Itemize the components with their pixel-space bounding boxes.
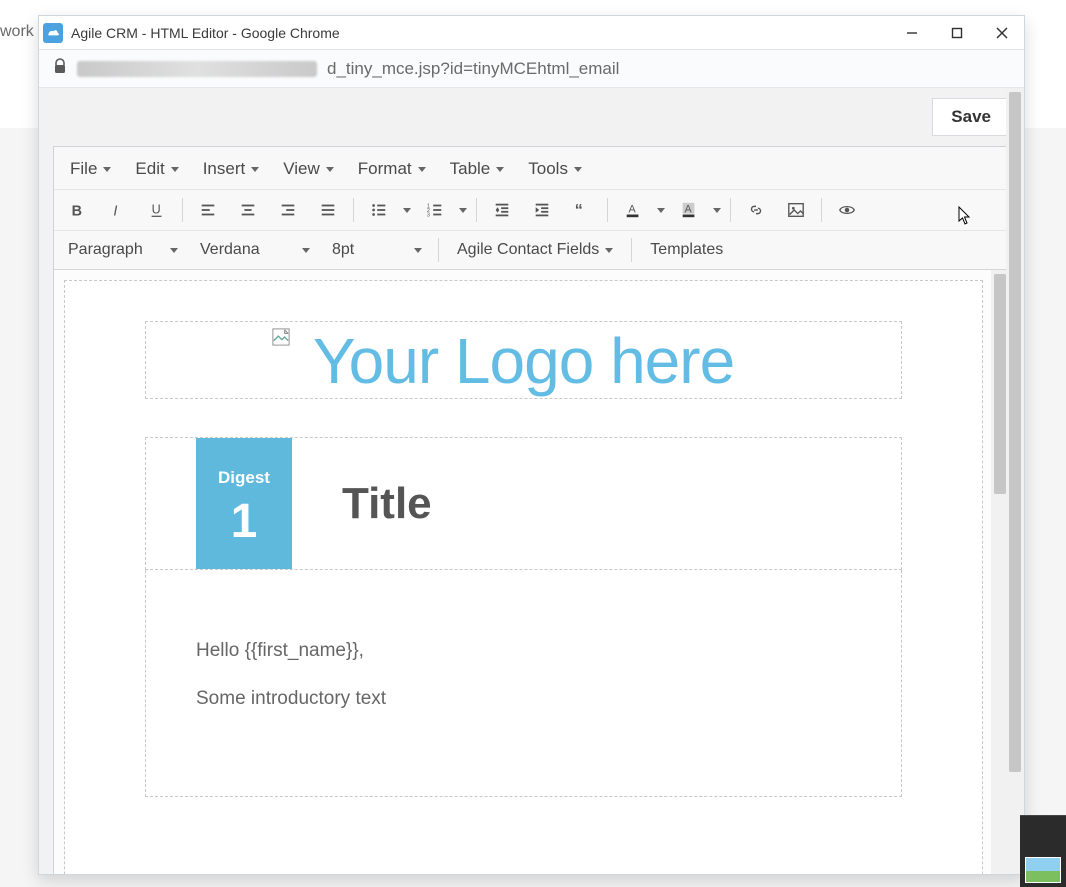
maximize-button[interactable] — [934, 16, 979, 49]
chevron-down-icon — [414, 248, 422, 253]
background-color-button[interactable]: A — [670, 194, 724, 226]
separator — [476, 198, 477, 222]
svg-text:A: A — [685, 204, 693, 216]
intro-text: Some introductory text — [196, 688, 851, 710]
window-title: Agile CRM - HTML Editor - Google Chrome — [71, 25, 340, 41]
menu-insert[interactable]: Insert — [193, 153, 270, 185]
outdent-button[interactable] — [483, 194, 521, 226]
separator — [821, 198, 822, 222]
address-bar[interactable]: d_tiny_mce.jsp?id=tinyMCEhtml_email — [39, 50, 1024, 88]
chevron-down-icon — [302, 248, 310, 253]
bullet-list-button[interactable] — [360, 194, 414, 226]
minimize-button[interactable] — [889, 16, 934, 49]
menu-tools[interactable]: Tools — [518, 153, 592, 185]
app-icon — [43, 23, 63, 43]
menu-format[interactable]: Format — [348, 153, 436, 185]
body-cell[interactable]: Hello {{first_name}}, Some introductory … — [145, 570, 902, 797]
italic-button[interactable]: I — [98, 194, 136, 226]
separator — [631, 238, 632, 262]
menu-view[interactable]: View — [273, 153, 344, 185]
title-row[interactable]: Digest 1 Title — [145, 437, 902, 570]
separator — [438, 238, 439, 262]
broken-image-icon — [272, 328, 290, 346]
separator — [730, 198, 731, 222]
popup-window: Agile CRM - HTML Editor - Google Chrome … — [38, 15, 1025, 875]
digest-label: Digest — [196, 468, 292, 488]
menu-edit[interactable]: Edit — [125, 153, 188, 185]
insert-link-button[interactable] — [737, 194, 775, 226]
align-justify-button[interactable] — [309, 194, 347, 226]
menubar: File Edit Insert View Format Table Tools — [54, 147, 1009, 190]
taskbar-thumbnail[interactable] — [1020, 815, 1066, 887]
template-title: Title — [342, 479, 432, 529]
preview-button[interactable] — [828, 194, 866, 226]
digest-badge: Digest 1 — [196, 438, 292, 569]
blockquote-button[interactable]: “ — [563, 194, 601, 226]
templates-button[interactable]: Templates — [638, 235, 735, 265]
chevron-down-icon — [605, 248, 613, 253]
chevron-down-icon — [713, 208, 721, 213]
chevron-down-icon — [170, 248, 178, 253]
chevron-down-icon — [574, 167, 582, 172]
save-button[interactable]: Save — [932, 98, 1010, 136]
contact-fields-dropdown[interactable]: Agile Contact Fields — [445, 235, 625, 265]
editor-canvas-wrap: Your Logo here Digest 1 Title Hello {{fi… — [54, 270, 1009, 874]
scrollbar-thumb[interactable] — [994, 274, 1006, 494]
chevron-down-icon — [657, 208, 665, 213]
toolbar-selects: Paragraph Verdana 8pt Agile Contact Fiel… — [54, 231, 1009, 270]
chevron-down-icon — [496, 167, 504, 172]
digest-number: 1 — [196, 494, 292, 549]
greeting-text: Hello {{first_name}}, — [196, 640, 851, 662]
underline-button[interactable]: U — [138, 194, 176, 226]
insert-image-button[interactable] — [777, 194, 815, 226]
svg-text:U: U — [152, 203, 161, 217]
align-right-button[interactable] — [269, 194, 307, 226]
menu-file[interactable]: File — [60, 153, 121, 185]
window-titlebar: Agile CRM - HTML Editor - Google Chrome — [39, 16, 1024, 50]
editor-canvas[interactable]: Your Logo here Digest 1 Title Hello {{fi… — [64, 280, 983, 874]
menu-table[interactable]: Table — [440, 153, 515, 185]
outer-scrollbar[interactable] — [1006, 88, 1024, 874]
editor-frame: File Edit Insert View Format Table Tools… — [53, 146, 1010, 874]
svg-text:I: I — [113, 203, 117, 219]
thumbnail-image-icon — [1025, 857, 1061, 883]
lock-icon — [53, 58, 67, 79]
svg-text:3: 3 — [427, 212, 430, 218]
chevron-down-icon — [459, 208, 467, 213]
toolbar-formatting: B I U 123 “ — [54, 190, 1009, 231]
address-blurred — [77, 61, 317, 77]
separator — [353, 198, 354, 222]
chevron-down-icon — [171, 167, 179, 172]
window-controls — [889, 16, 1024, 49]
indent-button[interactable] — [523, 194, 561, 226]
background-tab-tail: work — [0, 23, 34, 41]
scrollbar-thumb[interactable] — [1009, 92, 1021, 772]
chevron-down-icon — [403, 208, 411, 213]
align-left-button[interactable] — [189, 194, 227, 226]
separator — [182, 198, 183, 222]
align-center-button[interactable] — [229, 194, 267, 226]
chevron-down-icon — [418, 167, 426, 172]
numbered-list-button[interactable]: 123 — [416, 194, 470, 226]
chevron-down-icon — [326, 167, 334, 172]
text-color-button[interactable]: A — [614, 194, 668, 226]
font-size-select[interactable]: 8pt — [322, 235, 432, 265]
svg-text:A: A — [629, 204, 637, 216]
block-format-select[interactable]: Paragraph — [58, 235, 188, 265]
chevron-down-icon — [103, 167, 111, 172]
svg-text:B: B — [72, 203, 82, 219]
separator — [607, 198, 608, 222]
logo-text: Your Logo here — [313, 325, 734, 397]
address-tail: d_tiny_mce.jsp?id=tinyMCEhtml_email — [327, 59, 619, 79]
font-family-select[interactable]: Verdana — [190, 235, 320, 265]
bold-button[interactable]: B — [58, 194, 96, 226]
svg-text:“: “ — [575, 201, 583, 219]
chevron-down-icon — [251, 167, 259, 172]
close-button[interactable] — [979, 16, 1024, 49]
content-area: Save File Edit Insert View Format Table … — [39, 88, 1024, 874]
logo-placeholder[interactable]: Your Logo here — [145, 321, 902, 399]
